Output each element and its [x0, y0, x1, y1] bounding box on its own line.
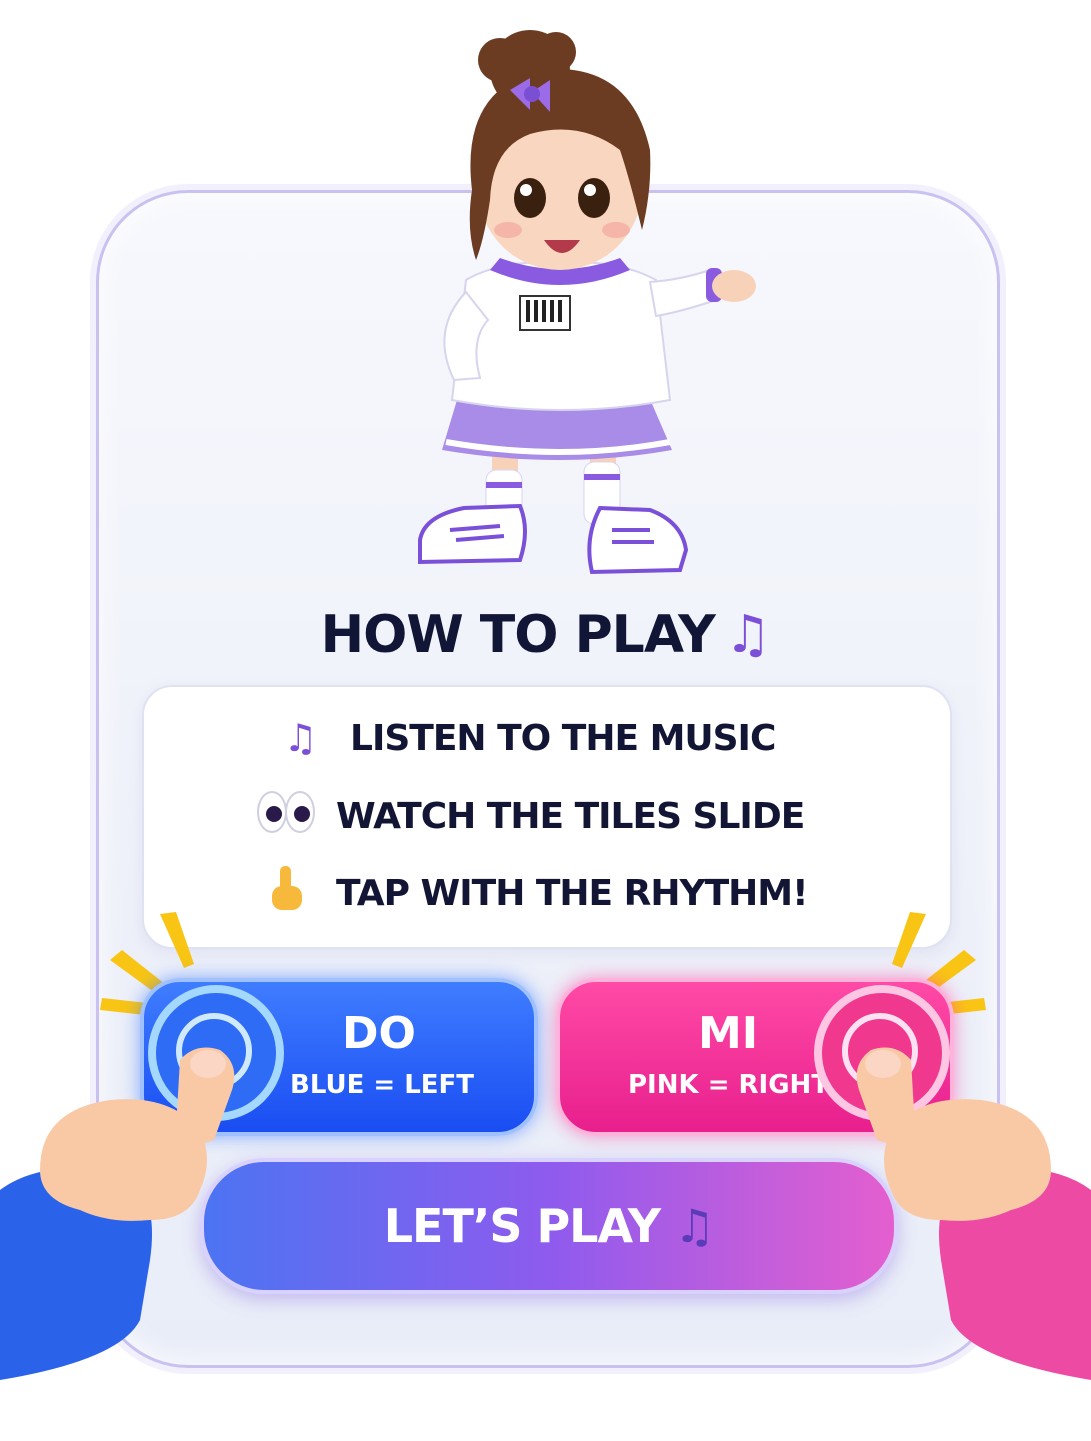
mi-hint-label: PINK = RIGHT: [628, 1070, 830, 1100]
do-hint-label: BLUE = LEFT: [290, 1070, 475, 1100]
girl-character-illustration: [418, 30, 756, 575]
music-note-icon: ♫: [283, 716, 317, 760]
instruction-text: TAP WITH THE RHYTHM!: [336, 873, 809, 914]
music-note-icon: ♫: [724, 605, 772, 665]
music-note-icon: ♫: [674, 1199, 715, 1253]
how-to-play-title: HOW TO PLAY ♫: [0, 605, 1091, 665]
instruction-text: LISTEN TO THE MUSIC: [350, 717, 776, 759]
right-hand-illustration: [856, 1047, 1091, 1380]
left-hand-illustration: [0, 1047, 235, 1380]
lets-play-button[interactable]: LET’S PLAY ♫: [200, 1158, 898, 1294]
eyes-icon: [256, 790, 316, 843]
do-note-label: DO: [342, 1008, 416, 1059]
instruction-item: TAP WITH THE RHYTHM!: [256, 864, 809, 923]
lets-play-label: LET’S PLAY: [383, 1199, 661, 1253]
pointing-finger-icon: [256, 864, 316, 923]
mi-note-label: MI: [698, 1008, 759, 1059]
instruction-item: ♫ LISTEN TO THE MUSIC: [270, 716, 776, 760]
title-text: HOW TO PLAY: [320, 605, 716, 665]
instruction-text: WATCH THE TILES SLIDE: [336, 796, 805, 837]
instruction-item: WATCH THE TILES SLIDE: [256, 790, 805, 843]
